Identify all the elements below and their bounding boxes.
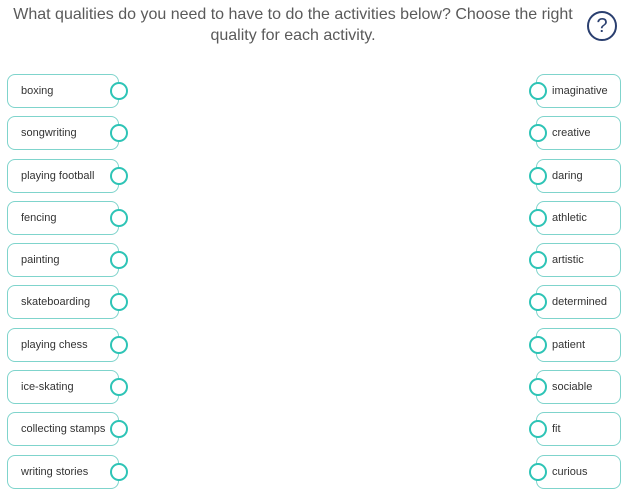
activity-label: writing stories — [7, 454, 119, 489]
quality-label: athletic — [536, 200, 621, 235]
activity-connector-dot[interactable] — [110, 378, 128, 397]
instructions-text: What qualities do you need to have to do… — [13, 6, 573, 44]
quality-label: daring — [536, 158, 621, 193]
activity-connector-dot[interactable] — [110, 335, 128, 354]
activity-label: playing football — [7, 158, 119, 193]
activity-label: collecting stamps — [7, 412, 119, 447]
activity-connector-dot[interactable] — [110, 124, 128, 143]
quality-label: patient — [536, 327, 621, 362]
activity-connector-dot[interactable] — [110, 251, 128, 270]
activity-connector-dot[interactable] — [110, 82, 128, 100]
help-button[interactable]: ? — [587, 11, 617, 41]
quality-label: determined — [536, 285, 621, 320]
activity-connector-dot[interactable] — [110, 166, 128, 185]
quality-label: creative — [536, 116, 621, 151]
question-mark-icon: ? — [596, 14, 608, 37]
quality-label: artistic — [536, 243, 621, 278]
activity-label: fencing — [7, 200, 119, 235]
quality-connector-dot[interactable] — [529, 208, 547, 227]
quality-connector-dot[interactable] — [529, 462, 547, 481]
quality-label: imaginative — [536, 74, 621, 108]
quality-connector-dot[interactable] — [529, 82, 547, 100]
activity-connector-dot[interactable] — [110, 420, 128, 439]
activity-connector-dot[interactable] — [110, 462, 128, 481]
activity-label: skateboarding — [7, 285, 119, 320]
activity-label: playing chess — [7, 327, 119, 362]
quality-label: sociable — [536, 370, 621, 405]
activity-connector-dot[interactable] — [110, 293, 128, 312]
quality-connector-dot[interactable] — [529, 378, 547, 397]
quality-connector-dot[interactable] — [529, 166, 547, 185]
activity-label: ice-skating — [7, 370, 119, 405]
activity-label: boxing — [7, 74, 119, 108]
quality-label: fit — [536, 412, 621, 447]
activity-connector-dot[interactable] — [110, 208, 128, 227]
quality-label: curious — [536, 454, 621, 489]
activity-label: songwriting — [7, 116, 119, 151]
activity-label: painting — [7, 243, 119, 278]
quality-connector-dot[interactable] — [529, 335, 547, 354]
